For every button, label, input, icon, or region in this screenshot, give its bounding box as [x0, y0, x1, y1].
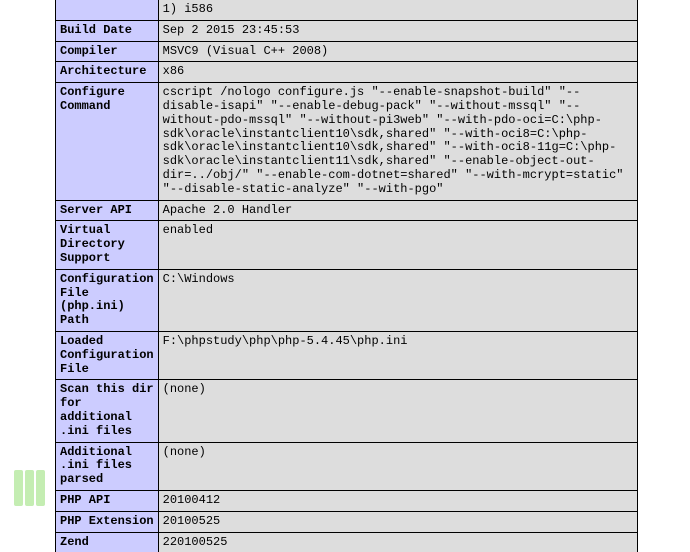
- watermark: [14, 470, 47, 509]
- phpinfo-table: 1) i586Build DateSep 2 2015 23:45:53Comp…: [55, 0, 638, 552]
- table-row: Virtual Directory Supportenabled: [56, 221, 638, 269]
- info-label: [56, 0, 159, 20]
- table-row: Architecturex86: [56, 62, 638, 83]
- table-row: 1) i586: [56, 0, 638, 20]
- info-value: 20100412: [158, 490, 637, 511]
- info-label: Configure Command: [56, 83, 159, 200]
- table-row: Server APIApache 2.0 Handler: [56, 200, 638, 221]
- info-label: Virtual Directory Support: [56, 221, 159, 269]
- info-label: Loaded Configuration File: [56, 331, 159, 379]
- table-row: PHP Extension20100525: [56, 511, 638, 532]
- info-value: cscript /nologo configure.js "--enable-s…: [158, 83, 637, 200]
- info-label: PHP API: [56, 490, 159, 511]
- table-row: Build DateSep 2 2015 23:45:53: [56, 20, 638, 41]
- info-value: C:\Windows: [158, 269, 637, 331]
- info-label: Architecture: [56, 62, 159, 83]
- info-value: Apache 2.0 Handler: [158, 200, 637, 221]
- table-row: Configuration File (php.ini) PathC:\Wind…: [56, 269, 638, 331]
- info-value: F:\phpstudy\php\php-5.4.45\php.ini: [158, 331, 637, 379]
- info-label: Zend: [56, 532, 159, 552]
- info-label: Compiler: [56, 41, 159, 62]
- table-row: CompilerMSVC9 (Visual C++ 2008): [56, 41, 638, 62]
- info-value: (none): [158, 380, 637, 442]
- info-value: enabled: [158, 221, 637, 269]
- table-row: Loaded Configuration FileF:\phpstudy\php…: [56, 331, 638, 379]
- info-value: 1) i586: [158, 0, 637, 20]
- info-value: 20100525: [158, 511, 637, 532]
- info-label: Additional .ini files parsed: [56, 442, 159, 490]
- table-row: Scan this dir for additional .ini files(…: [56, 380, 638, 442]
- info-value: MSVC9 (Visual C++ 2008): [158, 41, 637, 62]
- info-label: Build Date: [56, 20, 159, 41]
- table-row: Zend220100525: [56, 532, 638, 552]
- info-label: PHP Extension: [56, 511, 159, 532]
- table-row: Additional .ini files parsed(none): [56, 442, 638, 490]
- info-label: Configuration File (php.ini) Path: [56, 269, 159, 331]
- info-value: Sep 2 2015 23:45:53: [158, 20, 637, 41]
- info-value: x86: [158, 62, 637, 83]
- table-row: Configure Commandcscript /nologo configu…: [56, 83, 638, 200]
- table-row: PHP API20100412: [56, 490, 638, 511]
- info-label: Server API: [56, 200, 159, 221]
- info-label: Scan this dir for additional .ini files: [56, 380, 159, 442]
- info-value: (none): [158, 442, 637, 490]
- info-value: 220100525: [158, 532, 637, 552]
